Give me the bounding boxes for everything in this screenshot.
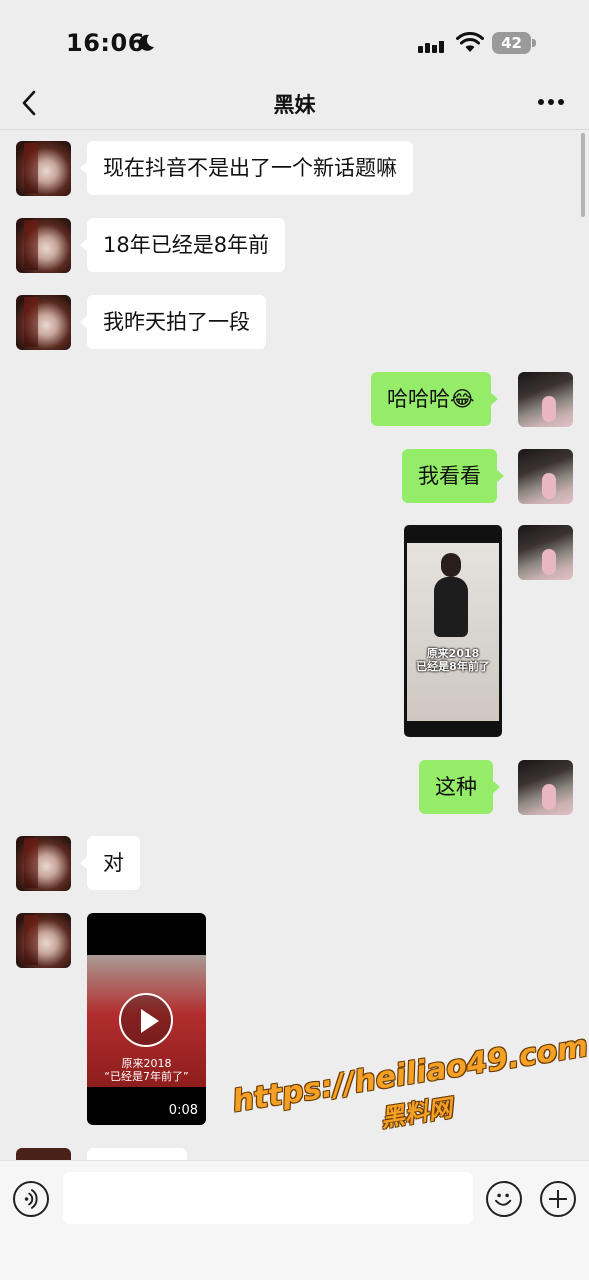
avatar-other[interactable]	[16, 295, 71, 350]
shared-screenshot-image[interactable]: 原来2018 已经是8年前了	[404, 525, 502, 737]
message-bubble-outgoing[interactable]: 哈哈哈😂	[371, 372, 498, 426]
message-bubble-incoming[interactable]: 现在抖音不是出了一个新话题嘛	[80, 141, 413, 195]
screenshot-caption-line1: 原来2018	[426, 647, 480, 660]
watermark: https://heiliao49.com 黑料网	[230, 1029, 589, 1156]
screenshot-person	[434, 577, 468, 637]
battery-indicator: 42	[492, 32, 536, 54]
message-bubble-incoming[interactable]: 我昨天拍了一段	[80, 295, 266, 349]
moon-icon	[139, 34, 154, 51]
more-dots-icon[interactable]	[537, 97, 565, 107]
wifi-icon	[456, 32, 484, 52]
avatar-other[interactable]	[16, 218, 71, 273]
battery-level: 42	[501, 34, 522, 52]
chat-title: 黑妹	[273, 93, 316, 117]
video-caption-line2: “已经是7年前了”	[104, 1070, 189, 1083]
message-bubble-partial[interactable]	[87, 1148, 187, 1160]
emoji-icon[interactable]	[486, 1181, 522, 1217]
avatar-self[interactable]	[518, 449, 573, 504]
chat-input-bar	[0, 1160, 589, 1280]
message-input[interactable]	[63, 1172, 473, 1224]
plus-icon[interactable]	[540, 1181, 576, 1217]
message-bubble-outgoing[interactable]: 我看看	[402, 449, 504, 503]
video-message[interactable]: 原来2018 “已经是7年前了” 0:08	[87, 913, 206, 1125]
avatar-other[interactable]	[16, 141, 71, 196]
status-time: 16:06	[66, 29, 145, 57]
message-bubble-outgoing[interactable]: 这种	[419, 760, 500, 814]
scrollbar[interactable]	[581, 133, 585, 217]
avatar-self[interactable]	[518, 372, 573, 427]
cellular-signal-icon	[418, 35, 444, 53]
screenshot-caption-line2: 已经是8年前了	[416, 660, 490, 673]
avatar-other[interactable]	[16, 836, 71, 891]
message-bubble-incoming[interactable]: 对	[80, 836, 140, 890]
play-icon[interactable]	[119, 993, 173, 1047]
video-caption-line1: 原来2018	[121, 1057, 172, 1070]
status-bar: 16:06 42	[0, 0, 589, 80]
video-caption: 原来2018 “已经是7年前了”	[87, 1057, 206, 1083]
video-duration: 0:08	[168, 1103, 198, 1118]
voice-input-icon[interactable]	[13, 1181, 49, 1217]
chat-header: 黑妹	[0, 80, 589, 130]
avatar-self[interactable]	[518, 760, 573, 815]
avatar-other-partial[interactable]	[16, 1148, 71, 1160]
avatar-other[interactable]	[16, 913, 71, 968]
screenshot-caption: 原来2018 已经是8年前了	[412, 647, 494, 673]
message-bubble-incoming[interactable]: 18年已经是8年前	[79, 218, 286, 272]
screenshot-person-head	[441, 553, 461, 577]
avatar-self[interactable]	[518, 525, 573, 580]
